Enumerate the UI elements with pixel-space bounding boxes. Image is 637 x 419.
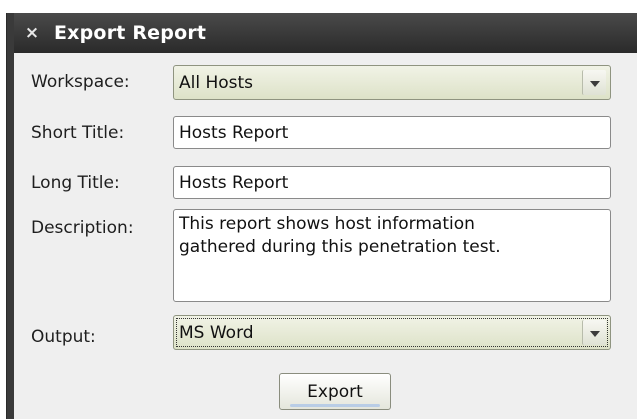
- workspace-select[interactable]: All Hosts: [173, 65, 611, 100]
- long-title-input[interactable]: Hosts Report: [173, 166, 611, 199]
- output-dropdown-button[interactable]: [582, 320, 606, 345]
- short-title-input[interactable]: Hosts Report: [173, 116, 611, 149]
- output-label: Output:: [31, 327, 96, 347]
- close-button[interactable]: ×: [14, 13, 50, 53]
- workspace-dropdown-button[interactable]: [582, 70, 606, 95]
- long-title-label: Long Title:: [31, 173, 120, 193]
- chevron-down-icon: [589, 330, 600, 337]
- long-title-value: Hosts Report: [179, 172, 289, 193]
- short-title-value: Hosts Report: [179, 122, 289, 143]
- output-value: MS Word: [179, 322, 254, 343]
- description-textarea[interactable]: This report shows host information gathe…: [173, 209, 611, 302]
- export-button[interactable]: Export: [279, 373, 391, 410]
- dialog-title: Export Report: [54, 22, 207, 44]
- export-report-dialog: × Export Report Workspace: All Hosts Sho…: [7, 13, 637, 419]
- description-label: Description:: [31, 218, 134, 238]
- chevron-down-icon: [589, 80, 600, 87]
- workspace-label: Workspace:: [31, 72, 130, 92]
- output-select[interactable]: MS Word: [173, 315, 611, 350]
- title-bar: × Export Report: [14, 13, 637, 53]
- workspace-value: All Hosts: [179, 72, 254, 93]
- short-title-label: Short Title:: [31, 123, 125, 143]
- close-icon: ×: [24, 23, 40, 43]
- export-button-label: Export: [307, 381, 363, 402]
